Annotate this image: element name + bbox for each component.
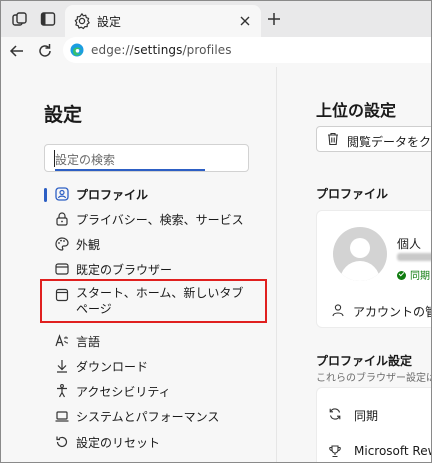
sidebar-item-appearance[interactable]: 外観 (44, 233, 269, 255)
profile-settings-title: プロファイル設定 (316, 354, 413, 368)
sidebar-item-languages[interactable]: 言語 (44, 330, 269, 352)
workspaces-icon[interactable] (11, 10, 29, 28)
sidebar-item-accessibility[interactable]: アクセシビリティ (44, 380, 269, 402)
tab-title: 設定 (97, 15, 122, 29)
sidebar-item-profile[interactable]: プロファイル (44, 183, 269, 205)
sync-icon (329, 408, 341, 420)
sidebar-item-label: 言語 (76, 335, 101, 349)
check-circle-icon (397, 271, 406, 280)
url-path: /profiles (182, 43, 232, 57)
page-title: 設定 (44, 104, 83, 126)
trash-icon (328, 132, 338, 146)
sidebar-item-label: 設定のリセット (76, 436, 161, 450)
sidebar-item-label: アクセシビリティ (76, 385, 171, 399)
avatar-head-shape (350, 238, 370, 258)
sidebar-item-label: 外観 (76, 238, 101, 252)
profile-section-title: プロファイル (316, 187, 389, 201)
search-input[interactable]: 設定の検索 (44, 144, 249, 172)
browser-icon (55, 263, 69, 275)
url-text: edge://settings/profiles (91, 43, 232, 57)
trophy-icon (329, 445, 341, 458)
url-host: settings (133, 43, 183, 57)
highlight-box (40, 279, 267, 323)
pane-divider (276, 67, 277, 462)
reset-icon (56, 436, 68, 448)
download-icon (57, 360, 67, 373)
profile-email-redacted (397, 253, 431, 261)
vertical-tabs-icon[interactable] (39, 10, 57, 28)
settings-page: 設定 設定の検索 プロファイル プライバシー、検索、サービス 外観 既定のブラウ… (2, 67, 432, 462)
profile-icon (55, 187, 69, 201)
address-bar[interactable]: edge://settings/profiles (63, 37, 431, 63)
sidebar-item-label: プライバシー、検索、サービス (76, 213, 244, 227)
avatar[interactable] (333, 227, 387, 281)
clear-browsing-data-label: 閲覧データをクリ (347, 135, 432, 149)
refresh-icon[interactable] (35, 41, 55, 61)
sidebar-item-reset[interactable]: 設定のリセット (44, 431, 269, 453)
palette-icon (55, 237, 69, 251)
browser-window: 設定 edge://settings/profiles 設定 設定の検索 プロフ… (0, 0, 432, 463)
language-icon (55, 334, 69, 347)
toolbar: edge://settings/profiles (1, 37, 431, 65)
main-content: 上位の設定 閲覧データをクリ プロファイル 個人 同期は (278, 67, 432, 462)
back-icon[interactable] (7, 41, 27, 61)
sidebar-item-label: システムとパフォーマンス (76, 410, 220, 424)
clear-browsing-data-button[interactable]: 閲覧データをクリ (316, 126, 432, 152)
sidebar-item-system[interactable]: システムとパフォーマンス (44, 405, 269, 427)
close-tab-icon[interactable] (237, 13, 253, 29)
edge-logo-icon (70, 43, 84, 57)
url-scheme: edge:// (91, 43, 134, 57)
sync-row-label: 同期 (354, 409, 379, 423)
sidebar-item-privacy[interactable]: プライバシー、検索、サービス (44, 208, 269, 230)
accessibility-icon (57, 384, 67, 398)
new-tab-icon[interactable] (265, 10, 283, 28)
person-icon (332, 304, 344, 317)
search-placeholder: 設定の検索 (55, 153, 116, 167)
profile-name: 個人 (397, 237, 422, 251)
sidebar: 設定 設定の検索 プロファイル プライバシー、検索、サービス 外観 既定のブラウ… (2, 67, 278, 462)
lock-icon (56, 212, 68, 226)
rewards-row-label: Microsoft Rewar (354, 444, 431, 458)
sync-status: 同期は (397, 267, 431, 282)
profile-settings-description: これらのブラウザー設定は (316, 373, 432, 384)
sidebar-item-downloads[interactable]: ダウンロード (44, 355, 269, 377)
tab-settings[interactable]: 設定 (65, 5, 261, 37)
sidebar-item-label: ダウンロード (76, 360, 149, 374)
sync-status-text: 同期は (410, 271, 431, 282)
avatar-body-shape (340, 261, 380, 281)
profile-card: 個人 同期は アカウントの管 (316, 210, 432, 328)
tab-strip: 設定 (1, 1, 431, 37)
sidebar-item-label: プロファイル (76, 188, 149, 202)
section-heading-top-settings: 上位の設定 (316, 101, 397, 120)
sidebar-item-label: 既定のブラウザー (76, 263, 173, 277)
search-focus-underline (55, 169, 205, 171)
laptop-icon (55, 411, 69, 422)
gear-icon (74, 13, 90, 30)
sidebar-item-default-browser[interactable]: 既定のブラウザー (44, 258, 269, 280)
manage-account-label: アカウントの管 (353, 305, 432, 319)
